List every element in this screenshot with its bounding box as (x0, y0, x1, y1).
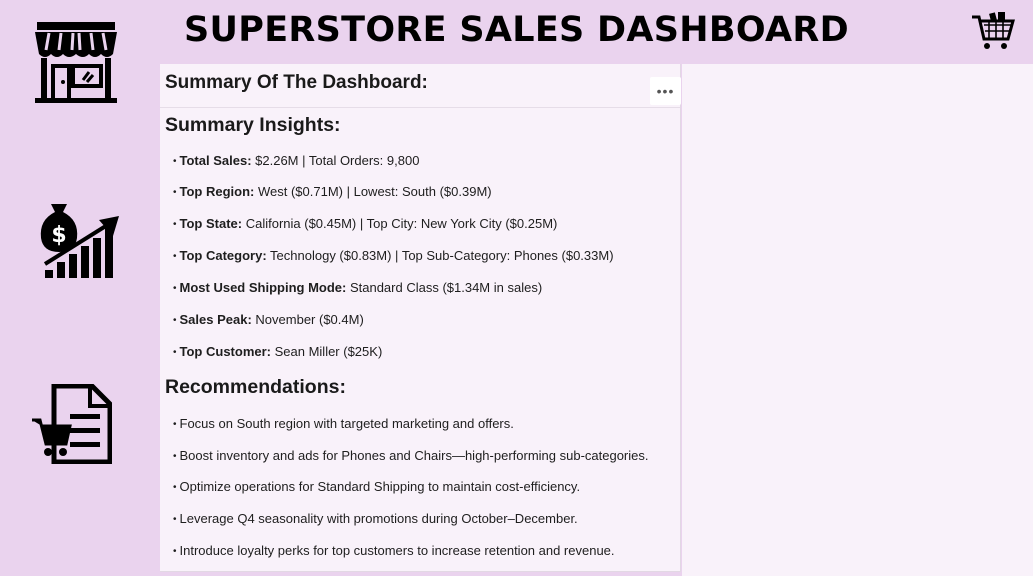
card-title: Summary Of The Dashboard: (165, 72, 428, 93)
recommendation-item: • Leverage Q4 seasonality with promotions… (173, 511, 578, 526)
recommendation-item: • Focus on South region with targeted mar… (173, 416, 514, 431)
more-options-button[interactable]: ••• (650, 77, 681, 105)
order-list-cart-icon (30, 384, 112, 464)
shopping-cart-icon (970, 11, 1016, 53)
insight-item: • Top Customer: Sean Miller ($25K) (173, 344, 383, 359)
insight-item: • Top State: California ($0.45M) | Top Ci… (173, 216, 558, 231)
recommendation-item: • Optimize operations for Standard Shippi… (173, 479, 581, 494)
summary-card: Summary Of The Dashboard: ••• Summary In… (160, 64, 681, 572)
recommendation-item: • Introduce loyalty perks for top custome… (173, 543, 615, 558)
recommendations-heading: Recommendations: (165, 376, 346, 398)
insight-item: • Most Used Shipping Mode: Standard Class… (173, 280, 543, 295)
insight-item: • Total Sales: $2.26M | Total Orders: 9,8… (173, 153, 420, 168)
insights-heading: Summary Insights: (165, 114, 341, 136)
svg-text:$: $ (51, 223, 66, 248)
store-icon (33, 20, 119, 104)
money-growth-icon: $ (37, 200, 121, 280)
insight-item: • Sales Peak: November ($0.4M) (173, 312, 364, 327)
insight-item: • Top Region: West ($0.71M) | Lowest: Sou… (173, 184, 492, 199)
insight-item: • Top Category: Technology ($0.83M) | Top… (173, 248, 614, 263)
recommendation-item: • Boost inventory and ads for Phones and … (173, 448, 649, 463)
right-blank-pane (682, 64, 1033, 576)
dashboard-title: SUPERSTORE SALES DASHBOARD (184, 10, 849, 50)
card-header: Summary Of The Dashboard: ••• (160, 64, 681, 108)
